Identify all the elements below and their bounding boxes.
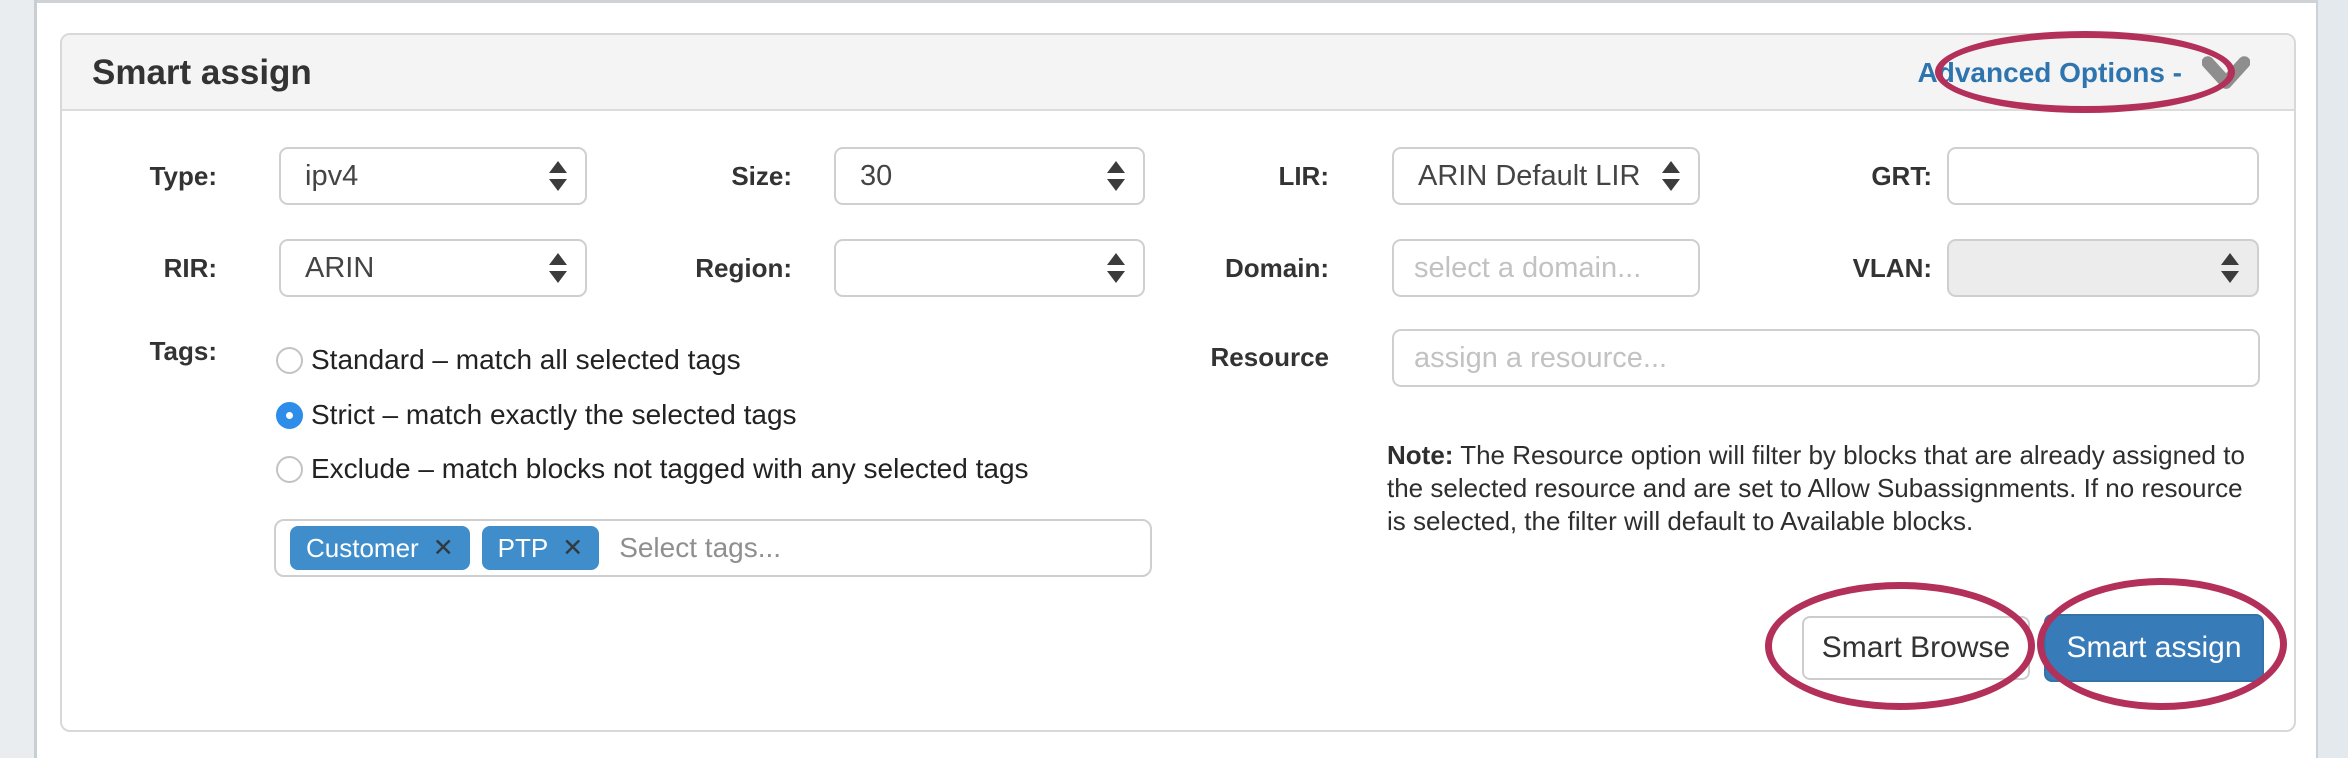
smart-assign-button[interactable]: Smart assign bbox=[2044, 614, 2264, 682]
radio-strict[interactable] bbox=[276, 402, 303, 429]
select-arrows-icon bbox=[2221, 253, 2239, 283]
region-label: Region: bbox=[612, 239, 792, 297]
rir-label: RIR: bbox=[82, 239, 217, 297]
tag-pill-customer: Customer ✕ bbox=[290, 526, 470, 570]
vlan-label: VLAN: bbox=[1772, 239, 1932, 297]
tag-pill-label: PTP bbox=[498, 533, 549, 564]
page-background: { "panel": { "title": "Smart assign", "a… bbox=[0, 0, 2348, 758]
vlan-select[interactable] bbox=[1947, 239, 2259, 297]
tags-option-strict: Strict – match exactly the selected tags bbox=[276, 395, 797, 435]
size-select-value: 30 bbox=[860, 160, 892, 193]
resource-label: Resource bbox=[1172, 337, 1329, 377]
domain-input[interactable] bbox=[1392, 239, 1700, 297]
resource-note: Note: The Resource option will filter by… bbox=[1387, 439, 2252, 538]
radio-standard[interactable] bbox=[276, 347, 303, 374]
radio-strict-label: Strict – match exactly the selected tags bbox=[311, 399, 797, 431]
smart-browse-button[interactable]: Smart Browse bbox=[1802, 616, 2030, 680]
lir-label: LIR: bbox=[1172, 147, 1329, 205]
select-arrows-icon bbox=[549, 161, 567, 191]
grt-input[interactable] bbox=[1947, 147, 2259, 205]
right-gutter bbox=[2316, 0, 2348, 758]
radio-standard-label: Standard – match all selected tags bbox=[311, 344, 741, 376]
lir-select-value: ARIN Default LIR bbox=[1418, 160, 1640, 193]
size-label: Size: bbox=[632, 147, 792, 205]
type-label: Type: bbox=[82, 147, 217, 205]
size-select[interactable]: 30 bbox=[834, 147, 1145, 205]
tags-option-exclude: Exclude – match blocks not tagged with a… bbox=[276, 449, 1029, 489]
top-divider bbox=[0, 0, 2348, 3]
remove-tag-icon[interactable]: ✕ bbox=[433, 536, 454, 561]
lir-select[interactable]: ARIN Default LIR bbox=[1392, 147, 1700, 205]
smart-assign-panel: Smart assign Advanced Options - Type: ip… bbox=[60, 33, 2296, 732]
left-gutter bbox=[0, 0, 37, 758]
rir-select[interactable]: ARIN bbox=[279, 239, 587, 297]
tags-label: Tags: bbox=[82, 331, 217, 371]
select-arrows-icon bbox=[1107, 161, 1125, 191]
tags-input-placeholder: Select tags... bbox=[619, 532, 781, 564]
type-select-value: ipv4 bbox=[305, 160, 358, 193]
rir-select-value: ARIN bbox=[305, 252, 374, 285]
select-arrows-icon bbox=[1662, 161, 1680, 191]
header-right: Advanced Options - bbox=[1918, 35, 2250, 111]
tags-option-standard: Standard – match all selected tags bbox=[276, 340, 741, 380]
radio-exclude[interactable] bbox=[276, 456, 303, 483]
tag-pill-label: Customer bbox=[306, 533, 419, 564]
chevron-down-icon[interactable] bbox=[2202, 56, 2250, 90]
select-arrows-icon bbox=[1107, 253, 1125, 283]
note-prefix: Note: bbox=[1387, 440, 1453, 470]
radio-exclude-label: Exclude – match blocks not tagged with a… bbox=[311, 453, 1029, 485]
type-select[interactable]: ipv4 bbox=[279, 147, 587, 205]
resource-input[interactable] bbox=[1392, 329, 2260, 387]
domain-label: Domain: bbox=[1172, 239, 1329, 297]
advanced-options-link[interactable]: Advanced Options - bbox=[1918, 57, 2182, 89]
page-title: Smart assign bbox=[92, 35, 312, 111]
select-arrows-icon bbox=[549, 253, 567, 283]
region-select[interactable] bbox=[834, 239, 1145, 297]
tags-input[interactable]: Customer ✕ PTP ✕ Select tags... bbox=[274, 519, 1152, 577]
note-text: The Resource option will filter by block… bbox=[1387, 440, 2245, 536]
grt-label: GRT: bbox=[1772, 147, 1932, 205]
panel-header: Smart assign Advanced Options - bbox=[62, 35, 2294, 111]
remove-tag-icon[interactable]: ✕ bbox=[562, 536, 583, 561]
tag-pill-ptp: PTP ✕ bbox=[482, 526, 600, 570]
